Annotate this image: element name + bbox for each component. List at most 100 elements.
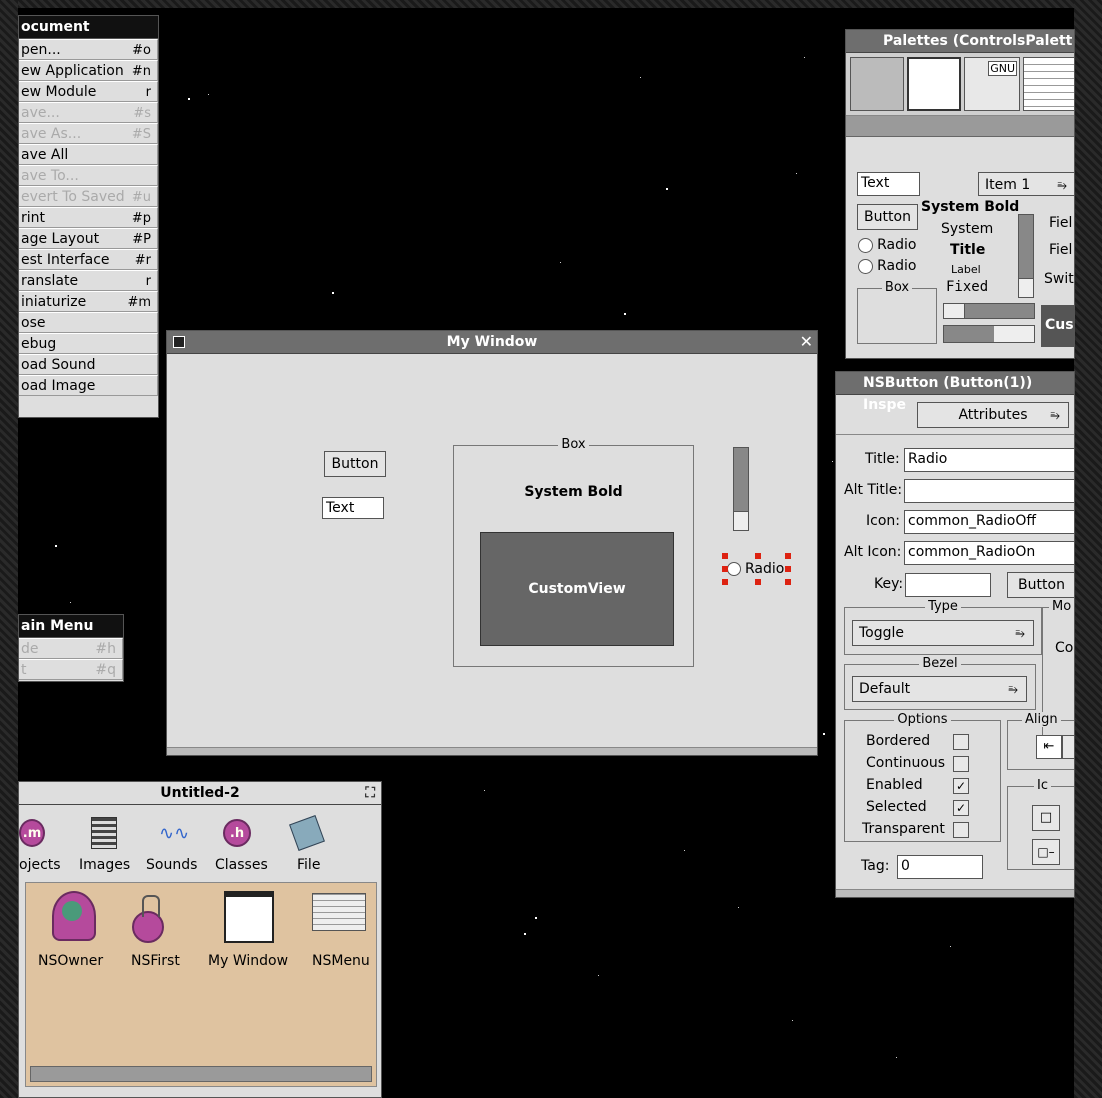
window-button[interactable]: Button [324, 451, 386, 477]
star [684, 850, 685, 851]
palette-button[interactable]: Button [857, 204, 918, 230]
document-menu-item[interactable]: ose [19, 312, 158, 333]
main-menu-title[interactable]: ain Menu [19, 615, 123, 638]
alt-icon-field[interactable]: common_RadioOn [904, 541, 1074, 565]
custom-view[interactable]: CustomView [480, 532, 674, 646]
type-popup[interactable]: Toggle ⥱ [852, 620, 1034, 646]
palette-popup[interactable]: Item 1 ⥱ [978, 172, 1074, 196]
document-menu-item[interactable]: evert To Saved #u [19, 186, 158, 207]
alt-title-field[interactable] [904, 479, 1074, 503]
tab-images[interactable]: Images [77, 813, 133, 877]
main-menu-item-quit[interactable]: t #q [19, 659, 123, 680]
document-menu-item[interactable]: rint #p [19, 207, 158, 228]
window-slider[interactable] [733, 447, 749, 531]
document-menu-item[interactable]: pen... #o [19, 39, 158, 60]
key-field[interactable] [905, 573, 991, 597]
palette-radio-1[interactable]: Radio [858, 237, 916, 253]
option-bordered-checkbox[interactable] [953, 734, 969, 750]
main-menu-item-hide[interactable]: de #h [19, 638, 123, 659]
desktop-frame-left [0, 0, 18, 1098]
icon-left-icon[interactable]: □– [1032, 839, 1060, 865]
bezel-popup[interactable]: Default ⥱ [852, 676, 1027, 702]
font-title: Title [950, 242, 986, 258]
option-selected-checkbox[interactable]: ✓ [953, 800, 969, 816]
selection-handle[interactable] [755, 579, 761, 585]
selection-handle[interactable] [722, 579, 728, 585]
radio-button[interactable]: Radio [725, 559, 785, 581]
icon-only-icon[interactable]: □ [1032, 805, 1060, 831]
selection-handle[interactable] [722, 553, 728, 559]
menu-item-label: de [21, 641, 39, 657]
selection-handle[interactable] [785, 579, 791, 585]
document-menu-item[interactable]: ew Application #n [19, 60, 158, 81]
option-enabled-checkbox[interactable]: ✓ [953, 778, 969, 794]
palette-menus-icon[interactable] [850, 57, 904, 111]
document-menu-item[interactable]: ave... #s [19, 102, 158, 123]
close-icon[interactable]: ⛶ [365, 782, 375, 804]
document-menu-item[interactable]: oad Sound [19, 354, 158, 375]
palette-controls-icon[interactable]: GNU [964, 57, 1020, 111]
selection-handle[interactable] [785, 553, 791, 559]
tab-sounds[interactable]: ∿∿ Sounds [143, 813, 199, 877]
slider-knob[interactable] [734, 511, 748, 530]
slider-knob[interactable] [944, 304, 965, 318]
selection-handle[interactable] [785, 566, 791, 572]
slider-knob[interactable] [1019, 278, 1033, 297]
tag-field[interactable]: 0 [897, 855, 983, 879]
icon-label: Icon: [866, 513, 900, 529]
palette-box[interactable]: Box [857, 280, 937, 344]
document-menu-item[interactable]: oad Image [19, 375, 158, 396]
option-continuous-checkbox[interactable] [953, 756, 969, 772]
menu-item-label: oad Image [21, 378, 96, 394]
palette-containers-icon[interactable] [1023, 57, 1074, 111]
inspector-titlebar[interactable]: NSButton (Button(1)) Inspe [836, 372, 1074, 413]
objects-scroller[interactable] [30, 1066, 372, 1082]
close-icon[interactable]: ✕ [800, 331, 813, 353]
title-field[interactable]: Radio [904, 448, 1074, 472]
document-menu-item[interactable]: ave To... [19, 165, 158, 186]
my-window-titlebar[interactable]: My Window ✕ [167, 331, 817, 354]
tab-objects[interactable]: .m ojects [19, 813, 69, 877]
palette-h-slider[interactable] [943, 303, 1035, 319]
key-button[interactable]: Button [1007, 572, 1074, 598]
object-my-window[interactable]: My Window [206, 889, 290, 979]
palette-text-field[interactable]: Text [857, 172, 920, 196]
icon-field[interactable]: common_RadioOff [904, 510, 1074, 534]
option-continuous-label: Continuous [866, 755, 946, 771]
document-menu-item[interactable]: iniaturize #m [19, 291, 158, 312]
palette-field-1: Fiel [1049, 215, 1073, 231]
document-menu-item[interactable]: ave As... #S [19, 123, 158, 144]
tab-file[interactable]: File [287, 813, 331, 877]
selection-handle[interactable] [722, 566, 728, 572]
font-system: System [941, 221, 994, 237]
tab-classes[interactable]: .h Classes [213, 813, 269, 877]
object-nsmenu[interactable]: NSMenu [304, 889, 374, 979]
document-menu-item[interactable]: est Interface #r [19, 249, 158, 270]
document-menu-item[interactable]: ave All [19, 144, 158, 165]
document-menu-title[interactable]: ocument [19, 16, 158, 39]
resize-bar[interactable] [836, 889, 1074, 897]
palette-custom-view[interactable]: Cus [1041, 305, 1074, 347]
align-center-icon[interactable] [1062, 735, 1074, 759]
inspector-mode-popup[interactable]: Attributes ⥱ [917, 402, 1069, 428]
menu-icon [312, 893, 366, 931]
palette-radio-2[interactable]: Radio [858, 258, 916, 274]
resize-bar[interactable] [167, 747, 817, 755]
document-titlebar[interactable]: Untitled-2 ⛶ [19, 782, 381, 805]
object-nsfirst[interactable]: NSFirst [124, 889, 194, 979]
palette-scroller[interactable] [846, 116, 1074, 137]
palettes-titlebar[interactable]: Palettes (ControlsPalett [846, 30, 1074, 53]
document-menu-item[interactable]: age Layout #P [19, 228, 158, 249]
align-left-icon[interactable]: ⇤ [1036, 735, 1062, 759]
palette-windows-icon[interactable] [907, 57, 961, 111]
window-text-field[interactable]: Text [322, 497, 384, 519]
miniaturize-button[interactable] [173, 336, 185, 348]
star [208, 94, 209, 95]
palette-v-slider[interactable] [1018, 214, 1034, 298]
option-transparent-checkbox[interactable] [953, 822, 969, 838]
object-nsowner[interactable]: NSOwner [36, 889, 112, 979]
document-menu-item[interactable]: ew Module r [19, 81, 158, 102]
document-menu-item[interactable]: ranslate r [19, 270, 158, 291]
document-menu-item[interactable]: ebug [19, 333, 158, 354]
selection-handle[interactable] [755, 553, 761, 559]
